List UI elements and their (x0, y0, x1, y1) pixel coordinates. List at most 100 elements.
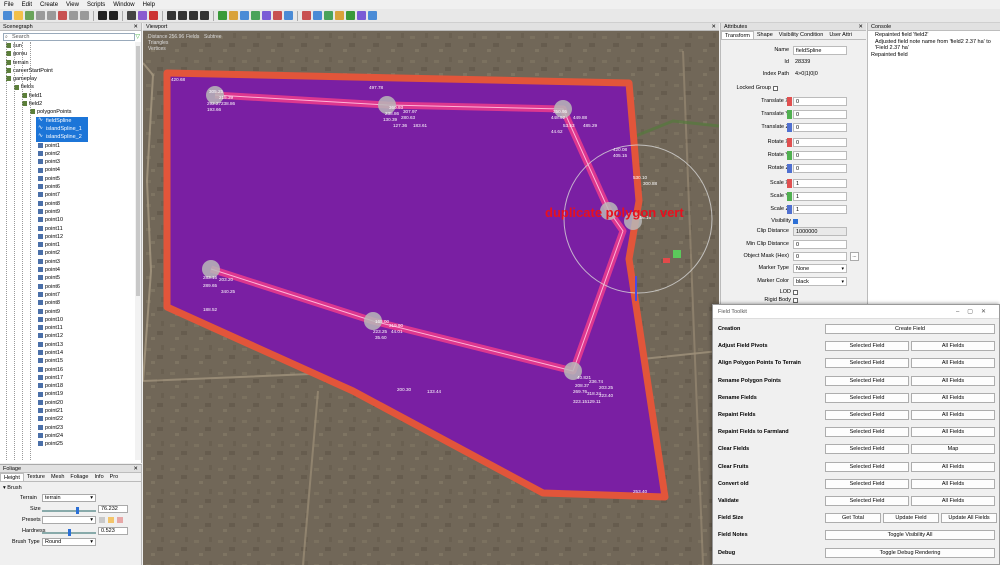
marker-type-select[interactable]: None (793, 264, 847, 273)
translate-x-input[interactable]: 0 (793, 97, 847, 106)
all-fields-button[interactable]: All Fields (911, 427, 995, 438)
attributes-tab-0[interactable]: Transform (721, 31, 754, 39)
size-input[interactable]: 76.232 (98, 505, 128, 513)
presets-select[interactable]: ▾ (42, 516, 96, 524)
close-icon[interactable]: ✕ (858, 23, 863, 31)
selected-field-button[interactable]: Selected Field (825, 392, 909, 403)
all-fields-button[interactable]: All Fields (911, 461, 995, 472)
foliage-tab-foliage[interactable]: Foliage (67, 473, 91, 481)
brush-section[interactable]: ▾ Brush (3, 485, 22, 491)
window-controls[interactable]: –▢✕ (956, 305, 994, 319)
get-total-button[interactable]: Get Total (825, 513, 881, 524)
toolbar-tool-12-icon[interactable] (127, 11, 136, 20)
toolbar-tool-0-icon[interactable] (3, 11, 12, 20)
all-fields-button[interactable]: All Fields (911, 375, 995, 386)
rotate-x-input[interactable]: 0 (793, 138, 847, 147)
gizmo-x-axis[interactable] (663, 258, 670, 263)
toolbar-tool-1-icon[interactable] (14, 11, 23, 20)
attributes-tab-3[interactable]: User Attri (826, 31, 855, 39)
folder-icon[interactable] (108, 517, 114, 523)
visibility-checkbox[interactable] (793, 219, 798, 224)
tree-item[interactable]: ∿ fieldSpline (36, 116, 88, 125)
all-fields-button[interactable]: All Fields (911, 478, 995, 489)
marker-color-select[interactable]: black (793, 277, 847, 286)
toolbar-tool-7-icon[interactable] (80, 11, 89, 20)
toolbar-tool-23-icon[interactable] (240, 11, 249, 20)
selected-field-button[interactable]: Selected Field (825, 496, 909, 506)
scenegraph-scrollbar[interactable] (135, 42, 141, 460)
toggle-debug-rendering-button[interactable]: Toggle Debug Rendering (825, 547, 995, 558)
translate-y-input[interactable]: 0 (793, 110, 847, 119)
filter-icon[interactable]: ▽ (135, 34, 140, 41)
toolbar-tool-18-icon[interactable] (189, 11, 198, 20)
toolbar-tool-32-icon[interactable] (335, 11, 344, 20)
selected-field-button[interactable]: Selected Field (825, 375, 909, 386)
toolbar-tool-3-icon[interactable] (36, 11, 45, 20)
menu-create[interactable]: Create (40, 2, 58, 8)
menu-file[interactable]: File (4, 2, 14, 8)
all-fields-button[interactable]: All Fields (911, 341, 995, 352)
toolbar-tool-6-icon[interactable] (69, 11, 78, 20)
locked-group-checkbox[interactable] (773, 86, 778, 91)
close-icon[interactable]: ✕ (133, 23, 138, 31)
selected-field-button[interactable]: Selected Field (825, 444, 909, 455)
toolbar-tool-17-icon[interactable] (178, 11, 187, 20)
toolbar-tool-24-icon[interactable] (251, 11, 260, 20)
toolbar-tool-25-icon[interactable] (262, 11, 271, 20)
tree-item[interactable]: ∿ islandSpline_2 (36, 133, 88, 142)
menu-window[interactable]: Window (113, 2, 134, 8)
search-input[interactable]: ⌕ Search ▽ (3, 33, 140, 41)
selected-field-button[interactable]: Selected Field (825, 410, 909, 420)
toolbar-tool-2-icon[interactable] (25, 11, 34, 20)
scale-z-input[interactable]: 1 (793, 205, 847, 214)
selected-field-button[interactable]: Selected Field (825, 358, 909, 369)
foliage-tab-mesh[interactable]: Mesh (48, 473, 67, 481)
delete-preset-icon[interactable] (117, 517, 123, 523)
save-preset-icon[interactable] (99, 517, 105, 523)
all-fields-button[interactable]: All Fields (911, 392, 995, 403)
name-field[interactable]: fieldSpline (793, 46, 847, 55)
attributes-tab-1[interactable]: Shape (754, 31, 776, 39)
toolbar-tool-33-icon[interactable] (346, 11, 355, 20)
gizmo-y-axis[interactable] (673, 250, 681, 258)
selected-field-button[interactable]: Selected Field (825, 478, 909, 489)
clip-distance-input[interactable]: 1000000 (793, 227, 847, 236)
all-fields-button[interactable]: All Fields (911, 496, 995, 506)
toolbar-tool-34-icon[interactable] (357, 11, 366, 20)
min-clip-distance-input[interactable]: 0 (793, 240, 847, 249)
field-toolkit-titlebar[interactable]: Field Toolkit –▢✕ (713, 305, 999, 319)
toolbar-tool-26-icon[interactable] (273, 11, 282, 20)
toolbar-tool-13-icon[interactable] (138, 11, 147, 20)
size-slider-handle[interactable] (76, 507, 79, 514)
foliage-tab-texture[interactable]: Texture (24, 473, 48, 481)
foliage-tab-info[interactable]: Info (91, 473, 106, 481)
selected-field-button[interactable]: Selected Field (825, 461, 909, 472)
attributes-tab-2[interactable]: Visibility Condition (776, 31, 827, 39)
viewport-scene[interactable]: 420.68497.78305.25215.39292.27 238.86193.… (143, 31, 719, 565)
toolbar-tool-29-icon[interactable] (302, 11, 311, 20)
update-field-button[interactable]: Update Field (883, 513, 939, 524)
toolbar-tool-31-icon[interactable] (324, 11, 333, 20)
brush-type-select[interactable]: Round ▾ (42, 538, 96, 546)
toolbar-tool-10-icon[interactable] (109, 11, 118, 20)
toolbar-tool-30-icon[interactable] (313, 11, 322, 20)
rotate-z-input[interactable]: 0 (793, 164, 847, 173)
tree-item[interactable]: ∿ islandSpline_1 (36, 124, 88, 134)
size-slider[interactable] (42, 510, 96, 512)
toolbar-tool-19-icon[interactable] (200, 11, 209, 20)
toolbar-tool-14-icon[interactable] (149, 11, 158, 20)
scale-x-input[interactable]: 1 (793, 179, 847, 188)
map-button[interactable]: Map (911, 444, 995, 455)
toolbar-tool-27-icon[interactable] (284, 11, 293, 20)
close-icon[interactable]: ✕ (133, 465, 138, 473)
update-all-fields-button[interactable]: Update All Fields (941, 513, 997, 524)
toolbar-tool-21-icon[interactable] (218, 11, 227, 20)
scale-y-input[interactable]: 1 (793, 192, 847, 201)
toolbar-tool-9-icon[interactable] (98, 11, 107, 20)
toolbar-tool-5-icon[interactable] (58, 11, 67, 20)
toggle-visibility-all-button[interactable]: Toggle Visibility All (825, 530, 995, 541)
all-fields-button[interactable]: All Fields (911, 410, 995, 420)
all-fields-button[interactable]: All Fields (911, 358, 995, 369)
toolbar-tool-4-icon[interactable] (47, 11, 56, 20)
selected-field-button[interactable]: Selected Field (825, 427, 909, 438)
